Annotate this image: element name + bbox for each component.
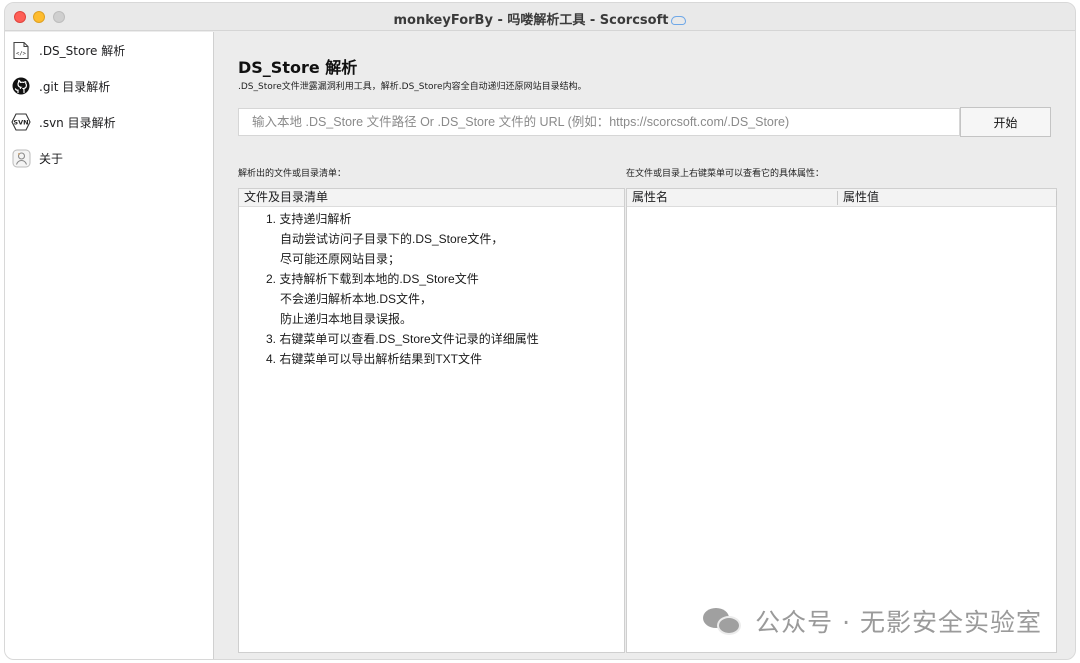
sidebar-item-svn[interactable]: SVN .svn 目录解析 [11, 110, 116, 134]
file-list-label: 解析出的文件或目录清单： [238, 169, 347, 179]
tree-item[interactable]: 3. 右键菜单可以查看.DS_Store文件记录的详细属性 [239, 329, 624, 349]
about-icon [11, 148, 31, 168]
tree-item[interactable]: 尽可能还原网站目录； [239, 249, 624, 269]
window-title: monkeyForBy - 吗喽解析工具 - Scorcsoft [5, 9, 1075, 28]
properties-label: 在文件或目录上右键菜单可以查看它的具体属性： [626, 169, 825, 179]
column-header-files[interactable]: 文件及目录清单 [239, 189, 328, 207]
sidebar-item-label: .svn 目录解析 [39, 115, 116, 130]
start-button[interactable]: 开始 [960, 107, 1051, 137]
tree-item[interactable]: 2. 支持解析下载到本地的.DS_Store文件 [239, 269, 624, 289]
sidebar-item-label: .git 目录解析 [39, 79, 111, 94]
cloud-icon [671, 16, 687, 25]
url-input[interactable] [238, 108, 960, 136]
page-subtitle: .DS_Store文件泄露漏洞利用工具，解析.DS_Store内容全自动递归还原… [238, 82, 587, 92]
tree-item[interactable]: 1. 支持递归解析 [239, 209, 624, 229]
github-icon [11, 76, 31, 96]
watermark-text: 公众号 · 无影安全实验室 [755, 608, 1042, 637]
main-panel: DS_Store 解析 .DS_Store文件泄露漏洞利用工具，解析.DS_St… [215, 32, 1075, 659]
title-bar: monkeyForBy - 吗喽解析工具 - Scorcsoft [5, 3, 1075, 31]
tree-item[interactable]: 4. 右键菜单可以导出解析结果到TXT文件 [239, 349, 624, 369]
column-header-property-value[interactable]: 属性值 [838, 189, 879, 207]
tree-item[interactable]: 防止递归本地目录误报。 [239, 309, 624, 329]
sidebar-item-git[interactable]: .git 目录解析 [11, 74, 110, 98]
file-tree-panel[interactable]: 文件及目录清单 1. 支持递归解析 自动尝试访问子目录下的.DS_Store文件… [238, 188, 625, 653]
tree-item[interactable]: 自动尝试访问子目录下的.DS_Store文件， [239, 229, 624, 249]
column-divider[interactable] [1056, 191, 1057, 205]
svn-icon: SVN [11, 112, 31, 132]
window-title-text: monkeyForBy - 吗喽解析工具 - Scorcsoft [393, 13, 669, 28]
code-file-icon: </> [11, 40, 31, 60]
column-header-property-name[interactable]: 属性名 [627, 189, 668, 207]
watermark: 公众号 · 无影安全实验室 [703, 603, 1042, 639]
sidebar-item-label: 关于 [39, 151, 64, 166]
properties-table-panel[interactable]: 属性名 属性值 [626, 188, 1057, 653]
tree-item[interactable]: 不会递归解析本地.DS文件， [239, 289, 624, 309]
sidebar-item-label: .DS_Store 解析 [39, 43, 126, 58]
properties-table-header: 属性名 属性值 [627, 189, 1057, 207]
sidebar: </> .DS_Store 解析 .git 目录解析 SVN .svn 目录解析… [5, 32, 214, 659]
file-tree: 1. 支持递归解析 自动尝试访问子目录下的.DS_Store文件， 尽可能还原网… [239, 209, 624, 369]
svg-text:</>: </> [16, 51, 27, 57]
page-title: DS_Store 解析 [238, 58, 358, 77]
svg-text:SVN: SVN [13, 119, 28, 127]
file-tree-header: 文件及目录清单 [239, 189, 624, 207]
wechat-icon [703, 606, 745, 636]
sidebar-item-about[interactable]: 关于 [11, 146, 63, 170]
app-window: monkeyForBy - 吗喽解析工具 - Scorcsoft </> .DS… [4, 2, 1076, 660]
sidebar-item-ds-store[interactable]: </> .DS_Store 解析 [11, 38, 125, 62]
